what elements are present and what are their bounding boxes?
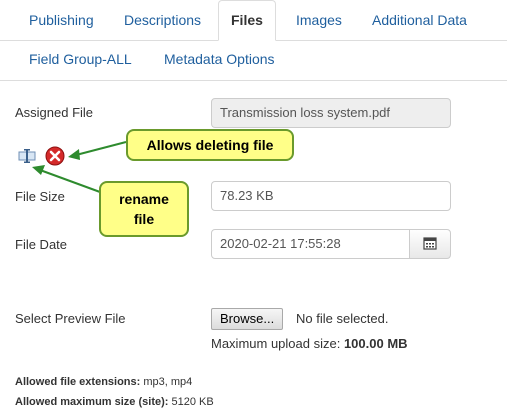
callout-rename-line1: rename [119, 191, 169, 207]
file-size-label: File Size [15, 189, 65, 204]
max-upload-prefix: Maximum upload size: [211, 336, 341, 351]
preview-file-label: Select Preview File [15, 311, 126, 326]
allowed-extensions-value: mp3, mp4 [143, 376, 193, 388]
allowed-max-size-label: Allowed maximum size (site): [15, 396, 169, 408]
no-file-text: No file selected. [296, 311, 389, 326]
file-date-field[interactable]: 2020-02-21 17:55:28 [211, 229, 410, 259]
allowed-extensions: Allowed file extensions: mp3, mp4 [15, 376, 192, 388]
allowed-max-size-value: 5120 KB [171, 396, 214, 408]
max-upload-info: Maximum upload size: 100.00 MB [211, 336, 408, 351]
file-size-field[interactable]: 78.23 KB [211, 181, 451, 211]
callout-delete: Allows deleting file [126, 129, 294, 161]
allowed-extensions-label: Allowed file extensions: [15, 376, 141, 388]
browse-button[interactable]: Browse... [211, 308, 284, 330]
callout-rename: rename file [99, 181, 189, 237]
calendar-button[interactable] [409, 229, 451, 259]
callout-rename-line2: file [133, 211, 155, 227]
max-upload-value: 100.00 MB [343, 336, 408, 351]
file-date-label: File Date [15, 237, 68, 252]
calendar-icon [423, 236, 437, 253]
tab-files[interactable]: Files [218, 0, 276, 41]
allowed-max-size: Allowed maximum size (site): 5120 KB [15, 396, 214, 408]
